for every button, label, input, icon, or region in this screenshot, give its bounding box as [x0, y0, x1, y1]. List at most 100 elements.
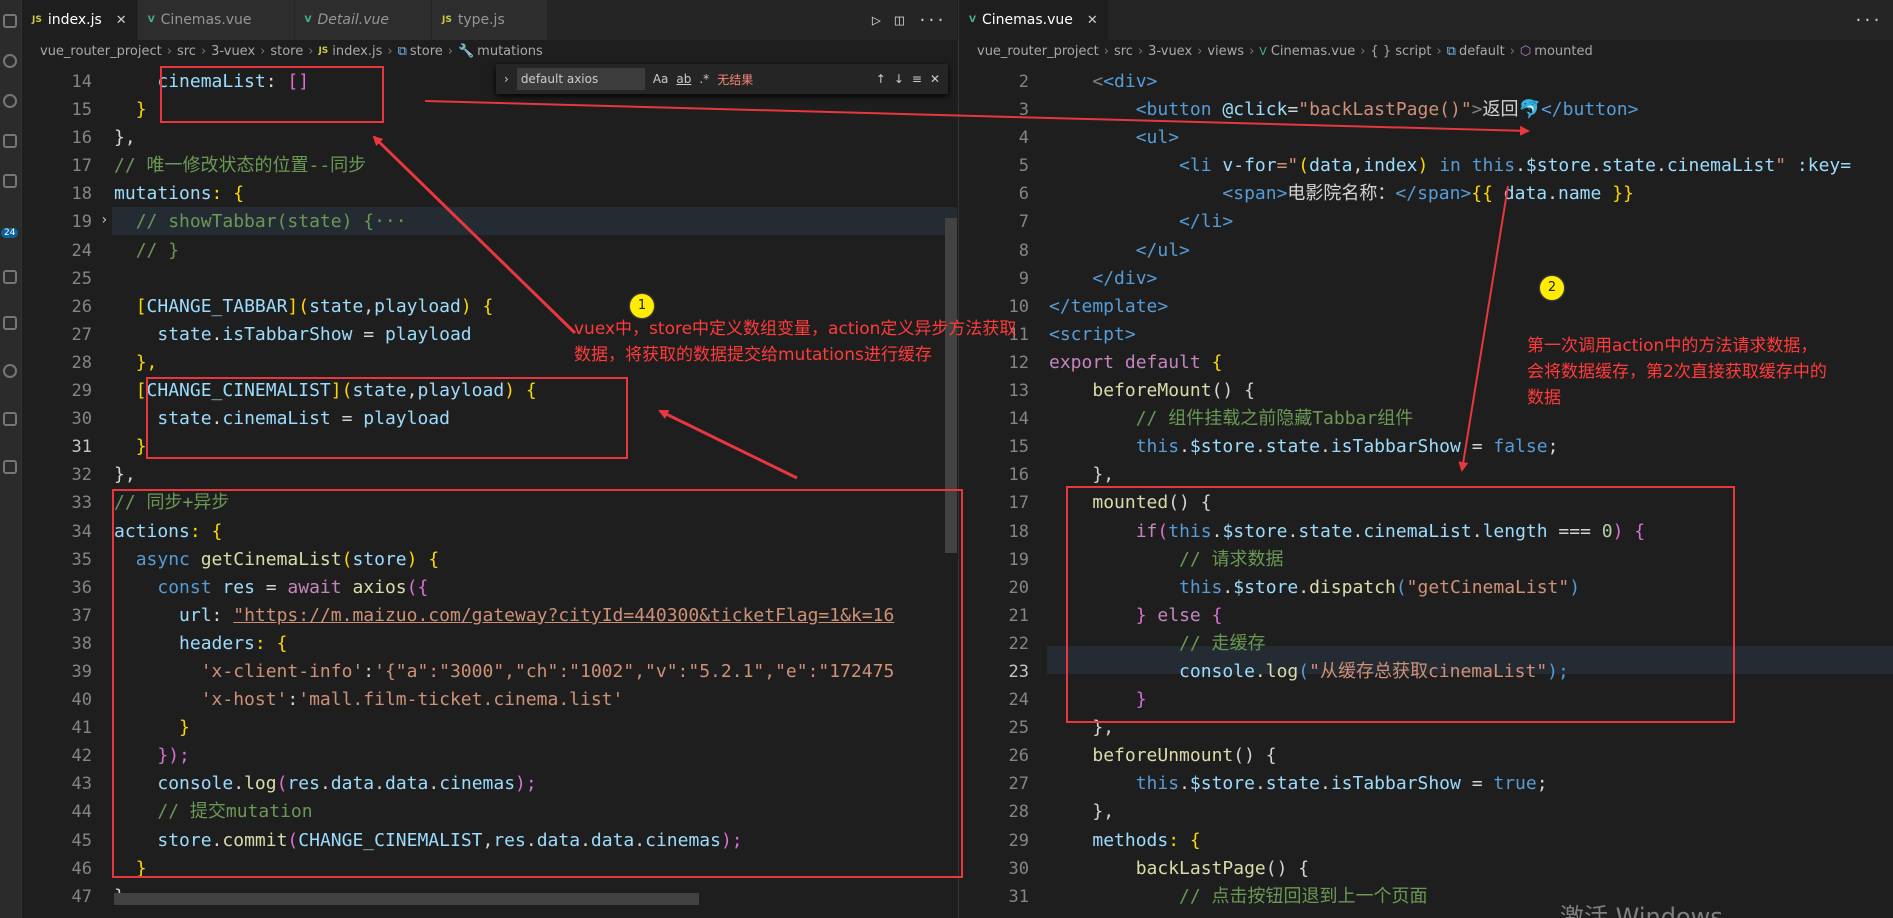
next-match-icon[interactable]: ↓	[894, 72, 904, 86]
extensions-badge: 24	[1, 228, 19, 238]
previous-match-icon[interactable]: ↑	[876, 72, 886, 86]
breadcrumb-item[interactable]: src	[1114, 44, 1133, 59]
line-number: 18	[1008, 521, 1029, 542]
breadcrumb-item[interactable]: src	[177, 44, 196, 59]
tab-cinemas-vue[interactable]: V Cinemas.vue ✕	[959, 0, 1109, 40]
code-line: methods: {	[1092, 829, 1201, 851]
close-icon[interactable]: ✕	[116, 13, 127, 28]
line-numbers: 14 15 16 17 18 19 24 25 26 27 28 29 30 31 32 33 34 35 36 37…	[22, 68, 96, 911]
line-number: 4	[1018, 128, 1029, 149]
breadcrumb-item[interactable]: { } script	[1370, 44, 1431, 59]
tab-label: Cinemas.vue	[160, 12, 252, 28]
extensions-icon[interactable]	[3, 174, 17, 188]
tab-index-js[interactable]: JS index.js ✕	[22, 0, 138, 40]
breadcrumb-item[interactable]: index.js	[332, 44, 382, 59]
line-number: 32	[71, 465, 92, 486]
editor-actions: ···	[1854, 0, 1893, 40]
line-number: 28	[71, 352, 92, 373]
line-number: 39	[71, 661, 92, 682]
match-word-toggle[interactable]: ab	[676, 72, 691, 86]
line-number: 26	[1008, 746, 1029, 767]
notes-icon[interactable]	[3, 412, 17, 426]
tools-icon[interactable]	[3, 460, 17, 474]
line-number: 29	[71, 381, 92, 402]
breadcrumb-item[interactable]: mutations	[477, 44, 543, 59]
code-line: <li v-for="(data,index) in this.$store.s…	[1179, 155, 1852, 177]
right-tab-bar: V Cinemas.vue ✕ ···	[959, 0, 1893, 40]
breadcrumb-item[interactable]: store	[270, 44, 303, 59]
toggle-replace-icon[interactable]: ›	[504, 72, 509, 86]
line-number: 8	[1018, 240, 1029, 261]
line-number: 36	[71, 577, 92, 598]
breadcrumb-item[interactable]: vue_router_project	[977, 44, 1099, 59]
line-number: 2	[1018, 72, 1029, 92]
windows-activation-watermark: 激活 Windows	[1560, 903, 1723, 918]
code-line: </li>	[1179, 211, 1234, 233]
fold-chevron-icon[interactable]: ›	[100, 212, 108, 228]
variable-icon: ⧉	[397, 43, 407, 59]
js-file-icon: JS	[318, 46, 329, 56]
line-number: 44	[71, 802, 92, 823]
tab-label: index.js	[47, 12, 102, 28]
right-editor-pane: V Cinemas.vue ✕ ··· vue_router_project › …	[958, 0, 1893, 918]
close-find-icon[interactable]: ✕	[930, 72, 940, 86]
breadcrumb-item[interactable]: mounted	[1534, 44, 1592, 59]
line-number: 7	[1018, 212, 1029, 233]
line-number: 21	[1008, 605, 1029, 626]
line-number: 34	[71, 521, 92, 542]
tab-cinemas-vue[interactable]: V Cinemas.vue	[137, 0, 295, 40]
line-number: 35	[71, 549, 92, 570]
breadcrumb-item[interactable]: views	[1207, 44, 1244, 59]
vue-file-icon: V	[304, 15, 312, 25]
find-widget: › default axios Aa ab .* 无结果 ↑ ↓ ≡ ✕	[496, 64, 948, 94]
tab-detail-vue[interactable]: V Detail.vue	[294, 0, 432, 40]
find-in-selection-icon[interactable]: ≡	[912, 72, 922, 86]
breadcrumb-item[interactable]: 3-vuex	[211, 44, 255, 59]
breadcrumb-item[interactable]: 3-vuex	[1148, 44, 1192, 59]
split-editor-icon[interactable]: ◫	[895, 11, 904, 29]
tab-type-js[interactable]: JS type.js	[431, 0, 548, 40]
more-actions-icon[interactable]: ···	[918, 11, 945, 29]
line-number: 29	[1008, 830, 1029, 851]
explorer-icon[interactable]	[3, 14, 17, 28]
close-icon[interactable]: ✕	[1087, 13, 1098, 28]
line-number: 37	[71, 605, 92, 626]
code-line: // showTabbar(state) {···	[135, 211, 407, 233]
regex-toggle[interactable]: .*	[699, 72, 709, 86]
line-number: 43	[71, 774, 92, 795]
wrench-icon: 🔧	[457, 43, 475, 59]
find-input[interactable]: default axios	[516, 68, 645, 90]
line-number: 13	[1008, 381, 1029, 402]
match-case-toggle[interactable]: Aa	[653, 72, 669, 86]
code-line: },	[114, 127, 136, 149]
code-line: this.$store.state.isTabbarShow = true;	[1135, 773, 1548, 795]
testing-icon[interactable]	[3, 316, 17, 330]
js-file-icon: JS	[441, 15, 452, 25]
breadcrumb-item[interactable]: default	[1459, 44, 1505, 59]
line-number: 26	[71, 296, 92, 317]
breadcrumb-item[interactable]: vue_router_project	[40, 44, 162, 59]
line-number: 27	[71, 324, 92, 345]
line-number: 30	[71, 409, 92, 430]
horizontal-scrollbar[interactable]	[114, 893, 699, 905]
line-number: 31	[71, 437, 92, 458]
docker-icon[interactable]	[3, 364, 17, 378]
breadcrumb: vue_router_project › src › 3-vuex › views › …	[977, 43, 1593, 59]
annotation-note-2: 第一次调用action中的方法请求数据， 会将数据缓存，第2次直接获取缓存中的 …	[1527, 336, 1827, 408]
breadcrumb-item[interactable]: Cinemas.vue	[1271, 44, 1355, 59]
line-number: 17	[71, 156, 92, 177]
search-icon[interactable]	[3, 54, 17, 68]
line-number: 46	[71, 858, 92, 879]
source-control-icon[interactable]	[3, 94, 17, 108]
find-result: 无结果	[717, 72, 754, 87]
code-line: // }	[135, 239, 180, 261]
line-number: 20	[1008, 577, 1029, 598]
tab-label: Detail.vue	[317, 12, 389, 28]
run-debug-icon[interactable]	[3, 134, 17, 148]
vue-file-icon: V	[969, 15, 976, 25]
remote-explorer-icon[interactable]	[3, 270, 17, 284]
vue-file-icon: V	[1259, 44, 1267, 58]
breadcrumb-item[interactable]: store	[410, 44, 443, 59]
run-icon[interactable]: ▷	[872, 11, 881, 29]
more-actions-icon[interactable]: ···	[1854, 11, 1881, 29]
